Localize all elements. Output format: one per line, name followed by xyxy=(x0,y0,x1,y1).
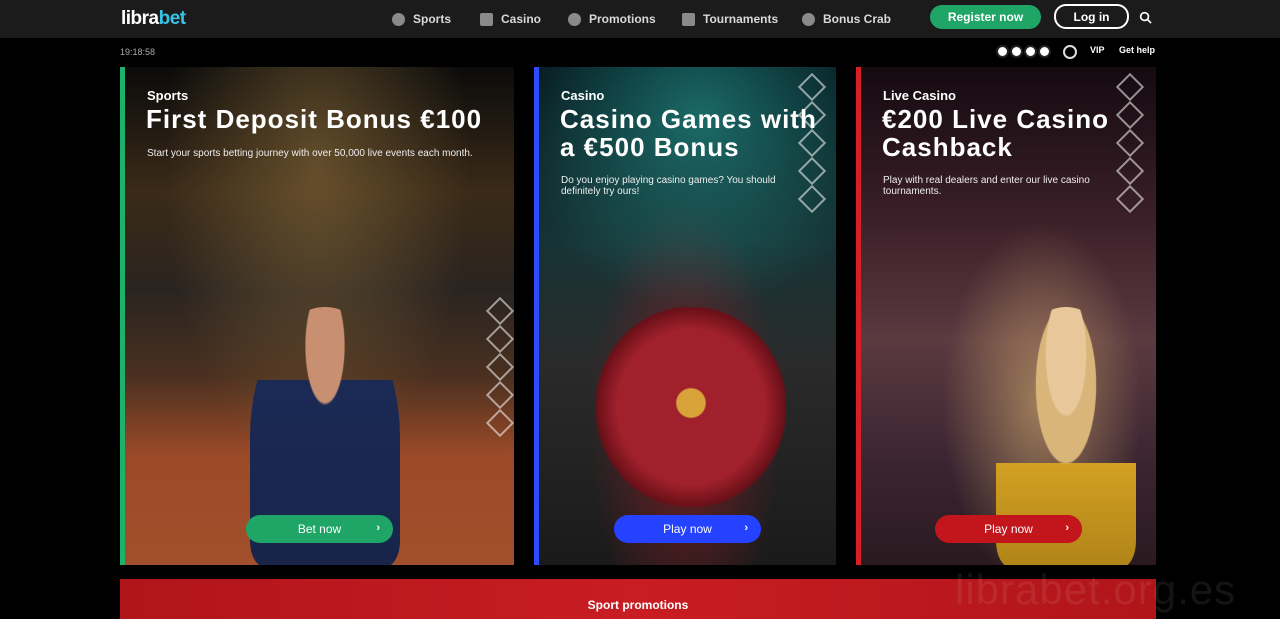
nav-item-sports[interactable]: Sports xyxy=(392,0,451,38)
card-description: Start your sports betting journey with o… xyxy=(147,148,473,159)
card-title: First Deposit Bonus €100 xyxy=(146,104,483,134)
card-category: Live Casino xyxy=(883,88,956,103)
chevron-right-icon: › xyxy=(744,522,748,534)
promo-card-casino[interactable]: Casino Casino Games with a €500 Bonus Do… xyxy=(534,67,836,565)
language-globe-icon[interactable] xyxy=(1063,45,1077,59)
bet-now-button[interactable]: Bet now › xyxy=(246,515,393,543)
crab-claw-icon xyxy=(802,12,815,26)
button-label: Bet now xyxy=(297,522,342,536)
android-icon[interactable] xyxy=(996,45,1009,58)
nav-label: Bonus Crab xyxy=(823,12,892,26)
vip-link[interactable]: VIP xyxy=(1090,45,1105,55)
card-accent-bar xyxy=(534,67,539,565)
promo-card-sports[interactable]: Sports First Deposit Bonus €100 Start yo… xyxy=(120,67,514,565)
nav-item-promotions[interactable]: Promotions xyxy=(568,0,656,38)
card-category: Sports xyxy=(147,88,189,103)
librabet-logo[interactable]: librabet xyxy=(121,8,186,30)
chevron-right-icon: › xyxy=(1065,522,1069,534)
card-accent-bar xyxy=(120,67,125,565)
logo-text-libra: libra xyxy=(121,8,159,29)
gift-icon xyxy=(568,12,581,26)
nav-item-casino[interactable]: Casino xyxy=(480,0,541,38)
nav-item-tournaments[interactable]: Tournaments xyxy=(682,0,778,38)
nav-label: Promotions xyxy=(589,12,656,26)
chevron-right-icon: › xyxy=(376,522,380,534)
play-now-live-casino-button[interactable]: Play now › xyxy=(935,515,1082,543)
login-button[interactable]: Log in xyxy=(1054,4,1129,29)
dice-icon xyxy=(480,12,493,26)
share-icon[interactable] xyxy=(1024,45,1037,58)
top-navigation-bar: librabet Sports Casino Promotions Tourna… xyxy=(0,0,1280,38)
card-category: Casino xyxy=(561,88,605,103)
card-description: Play with real dealers and enter our liv… xyxy=(883,175,1090,197)
soccer-ball-icon xyxy=(392,12,405,26)
apple-icon[interactable] xyxy=(1010,45,1023,58)
crown-icon xyxy=(682,12,695,26)
play-now-casino-button[interactable]: Play now › xyxy=(614,515,761,543)
get-help-link[interactable]: Get help xyxy=(1119,45,1155,55)
nav-label: Sports xyxy=(413,12,452,26)
clock: 19:18:58 xyxy=(120,47,156,57)
card-accent-bar xyxy=(856,67,861,565)
social-links xyxy=(996,45,1051,58)
decorative-diamonds xyxy=(485,296,514,438)
nav-label: Casino xyxy=(501,12,542,26)
nav-label: Tournaments xyxy=(703,12,779,26)
promo-card-live-casino[interactable]: Live Casino €200 Live Casino Cashback Pl… xyxy=(856,67,1156,565)
button-label: Play now xyxy=(663,522,712,536)
card-title: €200 Live Casino Cashback xyxy=(882,104,1109,162)
register-button[interactable]: Register now xyxy=(930,5,1041,29)
b-icon[interactable] xyxy=(1038,45,1051,58)
logo-text-bet: bet xyxy=(158,8,187,29)
robot-character-image xyxy=(596,307,786,507)
search-icon[interactable] xyxy=(1139,11,1152,24)
button-label: Play now xyxy=(984,522,1033,536)
card-description: Do you enjoy playing casino games? You s… xyxy=(561,175,776,197)
card-title: Casino Games with a €500 Bonus xyxy=(560,104,817,162)
watermark: librabet.org.es xyxy=(955,566,1237,613)
nav-item-bonus-crab[interactable]: Bonus Crab xyxy=(802,0,891,38)
